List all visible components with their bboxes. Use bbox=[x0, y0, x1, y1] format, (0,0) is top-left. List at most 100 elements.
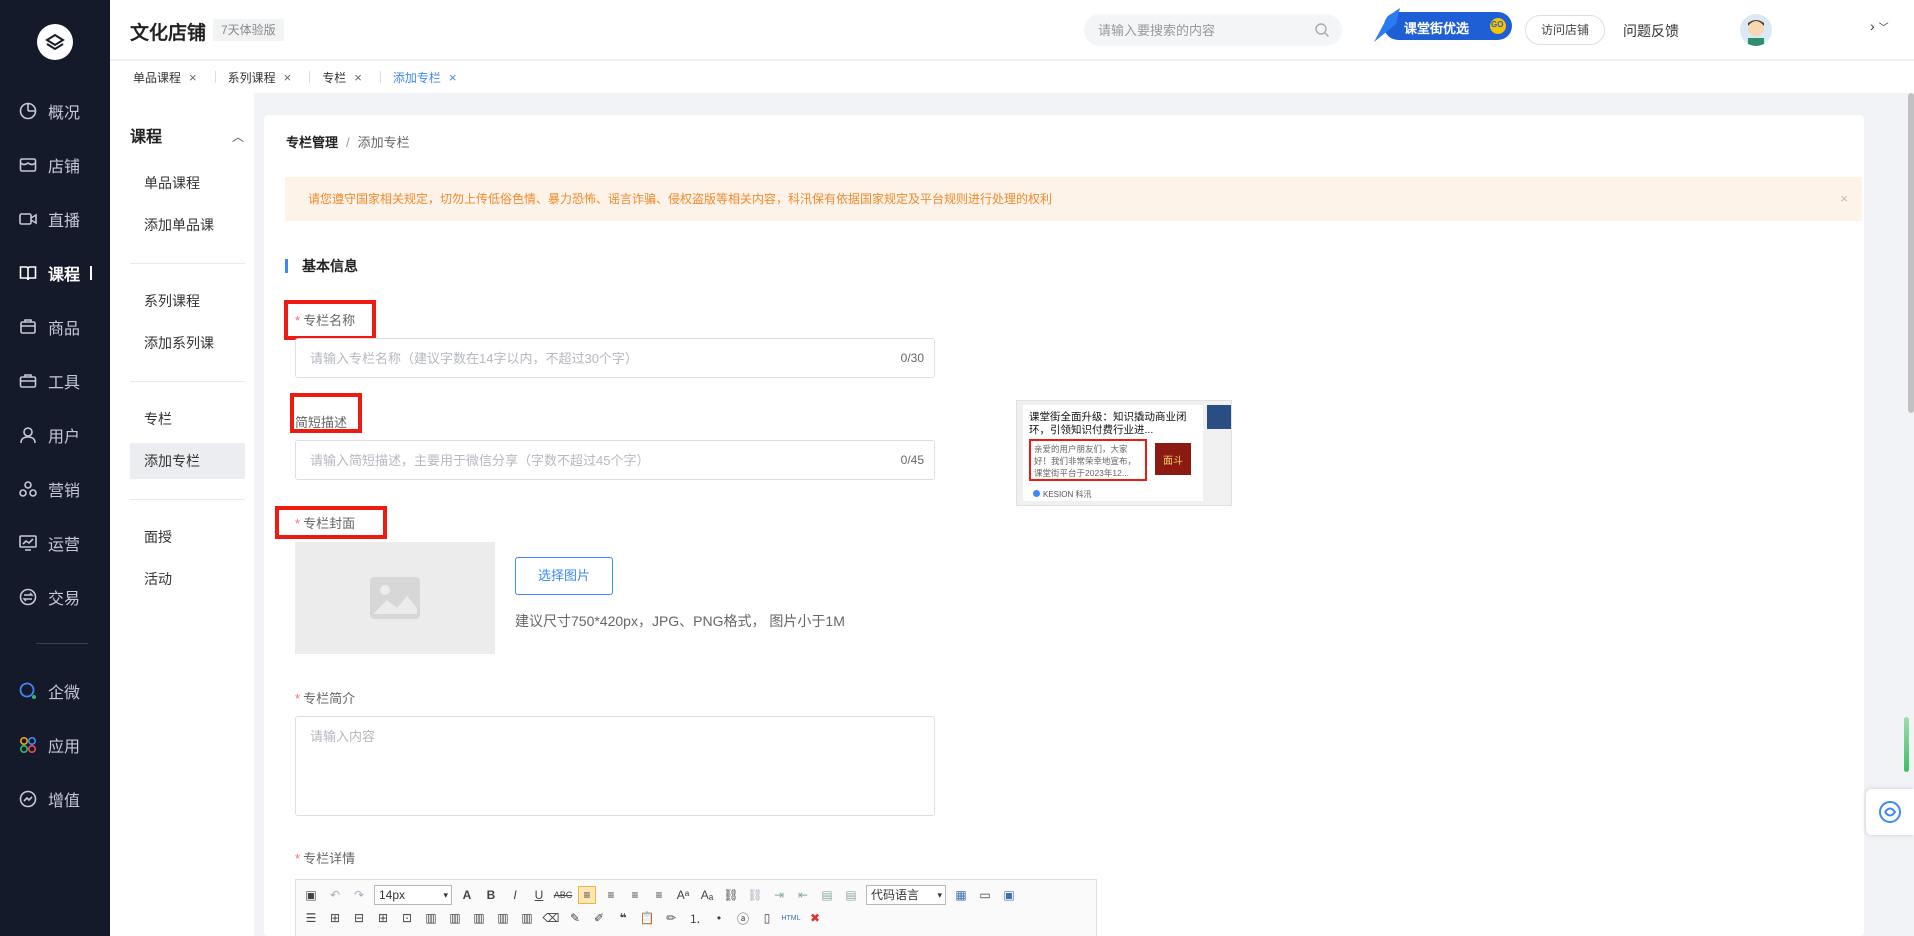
cover-placeholder[interactable] bbox=[295, 542, 495, 654]
rail-item-store[interactable]: 店铺 bbox=[0, 148, 110, 182]
subnav-column[interactable]: 专栏 bbox=[130, 401, 245, 437]
cell-props-icon[interactable]: ▥ bbox=[470, 909, 488, 927]
more-chevron-icon[interactable]: › ﹀ bbox=[1870, 18, 1889, 34]
tab-add-column[interactable]: 添加专栏 × bbox=[393, 69, 457, 86]
avatar[interactable] bbox=[1740, 14, 1772, 46]
close-icon[interactable]: × bbox=[284, 70, 292, 85]
merge-cells-icon[interactable]: ⊡ bbox=[398, 909, 416, 927]
redo-icon[interactable]: ↷ bbox=[350, 886, 368, 904]
align-center-icon[interactable]: ≡ bbox=[602, 886, 620, 904]
outdent-icon[interactable]: ⇤ bbox=[794, 886, 812, 904]
highlight-icon[interactable]: ✏ bbox=[662, 909, 680, 927]
subnav-series-course[interactable]: 系列课程 bbox=[130, 283, 245, 319]
rail-item-value-added[interactable]: 增值 bbox=[0, 782, 110, 816]
float-left-icon[interactable]: ▤ bbox=[818, 886, 836, 904]
brief-field[interactable]: 0/45 bbox=[295, 440, 935, 480]
rail-item-course[interactable]: 课程 bbox=[0, 256, 110, 290]
table-border-icon[interactable]: ▥ bbox=[518, 909, 536, 927]
subnav-single-course[interactable]: 单品课程 bbox=[130, 165, 245, 201]
preview-icon[interactable]: ▣ bbox=[1000, 886, 1018, 904]
split-cells-icon[interactable]: ▥ bbox=[422, 909, 440, 927]
subnav-add-column[interactable]: 添加专栏 bbox=[130, 443, 245, 479]
rail-item-marketing[interactable]: 营销 bbox=[0, 472, 110, 506]
insert-col-icon[interactable]: ⊞ bbox=[374, 909, 392, 927]
strikethrough-icon[interactable]: ABC bbox=[554, 886, 573, 904]
breadcrumb-parent[interactable]: 专栏管理 bbox=[286, 135, 338, 150]
rail-label: 直播 bbox=[48, 213, 81, 230]
close-icon[interactable]: × bbox=[1840, 177, 1848, 221]
html-icon[interactable]: HTML bbox=[781, 909, 800, 927]
format-brush-icon[interactable]: ✎ bbox=[566, 909, 584, 927]
float-right-icon[interactable]: ▤ bbox=[842, 886, 860, 904]
paste-icon[interactable]: 📋 bbox=[638, 909, 656, 927]
link-icon[interactable]: ⛓ bbox=[722, 886, 740, 904]
preview-card: 课堂街全面升级：知识撬动商业闭环，引领知识付费行业进... 亲爱的用户朋友们，大… bbox=[1023, 405, 1203, 501]
scrollbar-thumb[interactable] bbox=[1908, 93, 1914, 413]
font-size-select[interactable]: 14px ▾ bbox=[374, 885, 452, 905]
column-name-field[interactable]: 0/30 bbox=[295, 338, 935, 378]
feedback-link[interactable]: 问题反馈 bbox=[1623, 21, 1679, 41]
tab-column[interactable]: 专栏 × bbox=[322, 69, 362, 86]
table-icon[interactable]: ▦ bbox=[952, 886, 970, 904]
chevron-up-icon[interactable]: ︿ bbox=[232, 128, 244, 145]
subnav-face-to-face[interactable]: 面授 bbox=[130, 519, 245, 555]
brief-input[interactable] bbox=[310, 451, 870, 469]
subnav-add-series-course[interactable]: 添加系列课 bbox=[130, 325, 245, 361]
floating-help-button[interactable] bbox=[1866, 789, 1914, 835]
blockquote-icon[interactable]: ❝ bbox=[614, 909, 632, 927]
choose-image-button[interactable]: 选择图片 bbox=[515, 557, 613, 595]
eraser-icon[interactable]: ⌫ bbox=[542, 909, 560, 927]
rail-item-apps[interactable]: 应用 bbox=[0, 728, 110, 762]
close-icon[interactable]: × bbox=[189, 70, 197, 85]
search-icon[interactable] bbox=[1314, 22, 1330, 38]
tab-series-course[interactable]: 系列课程 × bbox=[228, 69, 292, 86]
indent-icon[interactable]: ⇥ bbox=[770, 886, 788, 904]
app-logo[interactable] bbox=[37, 24, 73, 60]
align-left-icon[interactable]: ≡ bbox=[578, 886, 596, 904]
rail-item-users[interactable]: 用户 bbox=[0, 418, 110, 452]
font-color-icon[interactable]: A bbox=[458, 886, 476, 904]
close-icon[interactable]: × bbox=[354, 70, 362, 85]
search-input[interactable] bbox=[1098, 21, 1298, 39]
rail-item-trade[interactable]: 交易 bbox=[0, 580, 110, 614]
anchor-icon[interactable]: ⓐ bbox=[734, 909, 752, 927]
undo-icon[interactable]: ↶ bbox=[326, 886, 344, 904]
ordered-list-icon[interactable]: ⒈ bbox=[686, 909, 704, 927]
tab-single-course[interactable]: 单品课程 × bbox=[133, 69, 197, 86]
intro-field[interactable] bbox=[295, 716, 935, 816]
table-props-icon[interactable]: ▥ bbox=[446, 909, 464, 927]
row-spacing-icon[interactable]: ☰ bbox=[302, 909, 320, 927]
intro-textarea[interactable] bbox=[296, 717, 934, 815]
column-name-input[interactable] bbox=[310, 349, 870, 367]
code-language-select[interactable]: 代码语言 ▾ bbox=[866, 885, 946, 905]
insert-row-icon[interactable]: ⊞ bbox=[326, 909, 344, 927]
align-justify-icon[interactable]: ≡ bbox=[650, 886, 668, 904]
brush-style-icon[interactable]: ✐ bbox=[590, 909, 608, 927]
delete-table-icon[interactable]: ▥ bbox=[494, 909, 512, 927]
bold-icon[interactable]: B bbox=[482, 886, 500, 904]
italic-icon[interactable]: I bbox=[506, 886, 524, 904]
visit-store-button[interactable]: 访问店铺 bbox=[1525, 15, 1605, 45]
close-icon[interactable]: × bbox=[449, 70, 457, 85]
subnav-add-single-course[interactable]: 添加单品课 bbox=[130, 207, 245, 243]
template-icon[interactable]: ▭ bbox=[976, 886, 994, 904]
rail-item-tools[interactable]: 工具 bbox=[0, 364, 110, 398]
promo-banner[interactable]: 课堂街优选 GO bbox=[1370, 6, 1515, 46]
global-search[interactable] bbox=[1084, 14, 1342, 46]
superscript-icon[interactable]: Aᵃ bbox=[674, 886, 692, 904]
rail-item-goods[interactable]: 商品 bbox=[0, 310, 110, 344]
rail-item-live[interactable]: 直播 bbox=[0, 202, 110, 236]
subscript-icon[interactable]: Aₐ bbox=[698, 886, 716, 904]
insert-image-icon[interactable]: ▣ bbox=[302, 886, 320, 904]
underline-icon[interactable]: U bbox=[530, 886, 548, 904]
align-right-icon[interactable]: ≡ bbox=[626, 886, 644, 904]
unordered-list-icon[interactable]: • bbox=[710, 909, 728, 927]
page-break-icon[interactable]: ▯ bbox=[758, 909, 776, 927]
delete-row-icon[interactable]: ⊟ bbox=[350, 909, 368, 927]
subnav-activity[interactable]: 活动 bbox=[130, 561, 245, 597]
rail-item-overview[interactable]: 概况 bbox=[0, 94, 110, 128]
rail-item-wecom[interactable]: 企微 bbox=[0, 674, 110, 708]
tools-icon[interactable]: ✖ bbox=[806, 909, 824, 927]
rail-item-operations[interactable]: 运营 bbox=[0, 526, 110, 560]
unlink-icon[interactable]: ⛓ bbox=[746, 886, 764, 904]
